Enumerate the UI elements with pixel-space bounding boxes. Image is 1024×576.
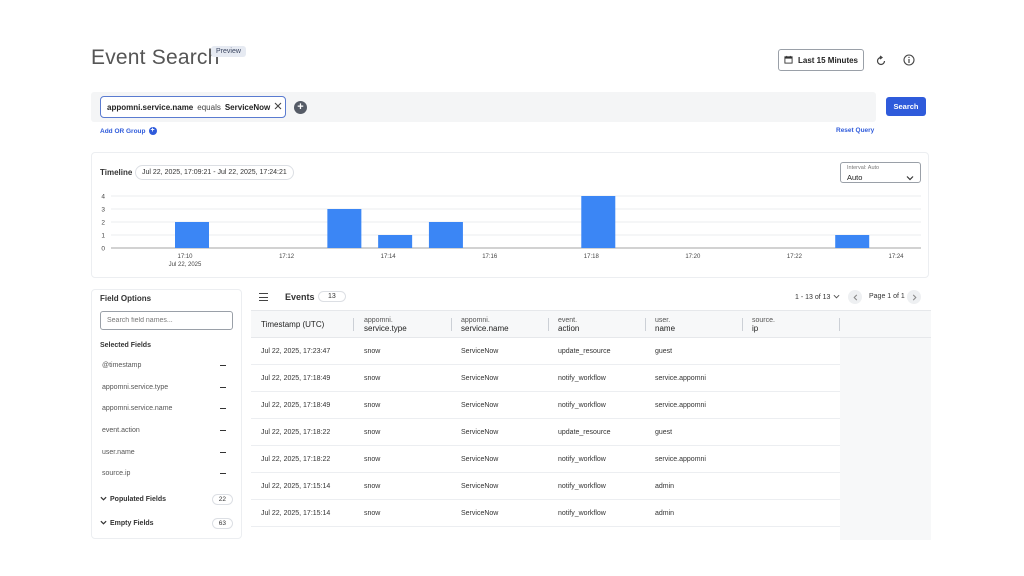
field-name: source.ip [102,470,131,477]
x-tick-label: 17:16 [482,254,498,260]
selected-field-row[interactable]: source.ip [102,470,226,477]
empty-fields-count: 63 [211,518,233,529]
timeline-bar [175,222,209,248]
y-tick-label: 4 [101,194,105,201]
y-tick-label: 3 [101,207,105,214]
table-row[interactable]: Jul 22, 2025, 17:18:22 snow ServiceNow upda… [251,419,840,446]
add-or-group-link[interactable]: Add OR Group + [100,127,157,135]
remove-field-icon[interactable] [220,387,226,388]
time-range-label: Last 15 Minutes [797,55,858,65]
column-header-timestamp[interactable]: Timestamp (UTC) [261,311,324,338]
timeline-bar [428,222,463,248]
column-header-event-action[interactable]: event. action [558,311,579,338]
remove-field-icon[interactable] [220,408,226,409]
chevron-down-icon [100,495,107,504]
remove-field-icon[interactable] [220,365,226,366]
field-name: @timestamp [102,362,142,369]
timeline-range: Jul 22, 2025, 17:09:21 - Jul 22, 2025, 1… [135,165,294,180]
y-tick-label: 1 [101,233,105,240]
chevron-left-icon[interactable] [848,290,862,304]
x-tick-label: 17:10 [177,254,193,260]
empty-fields-label: Empty Fields [110,520,154,527]
events-title: Events [285,292,315,302]
table-header: Timestamp (UTC) appomni. service.type app… [251,311,931,338]
clause-field: appomni.service.name [107,102,194,112]
query-clause-chip[interactable]: appomni.service.name equals ServiceNow [100,96,286,118]
field-name: appomni.service.type [102,384,169,391]
page-title: Event Search [91,46,220,69]
x-tick-label: 17:22 [787,254,803,260]
column-header-user-name[interactable]: user. name [655,311,675,338]
empty-fields-toggle[interactable]: Empty Fields 63 [100,518,233,529]
add-or-group-label: Add OR Group [100,127,146,135]
table-row[interactable]: Jul 22, 2025, 17:15:14 snow ServiceNow noti… [251,473,840,500]
interval-label: Interval: Auto [847,165,880,171]
chevron-right-icon[interactable] [907,290,921,304]
chevron-down-icon [833,293,840,302]
selected-fields-title: Selected Fields [100,342,151,349]
timeline-bar [378,235,413,248]
field-name: user.name [102,449,135,456]
x-tick-label: 17:14 [381,254,397,260]
events-table: Timestamp (UTC) appomni. service.type app… [251,310,931,540]
populated-fields-label: Populated Fields [110,496,167,503]
field-name: appomni.service.name [102,405,173,412]
pager-label: Page 1 of 1 [869,293,905,300]
clause-operator: equals [197,102,221,112]
x-tick-sublabel: Jul 22, 2025 [169,262,202,268]
chevron-down-icon [100,519,107,528]
interval-value: Auto [847,173,863,182]
time-range-button[interactable]: Last 15 Minutes [778,49,864,71]
y-tick-label: 2 [101,220,105,227]
clause-value: ServiceNow [224,102,271,112]
table-row[interactable]: Jul 22, 2025, 17:18:22 snow ServiceNow noti… [251,446,840,473]
refresh-icon[interactable] [873,53,889,69]
remove-field-icon[interactable] [220,430,226,431]
field-search-input[interactable] [100,311,233,330]
preview-badge: Preview [211,46,246,57]
selected-field-row[interactable]: appomni.service.type [102,384,226,391]
events-count-badge: 13 [318,291,346,302]
table-filler-column [840,338,931,540]
timeline-bar [835,235,870,248]
reset-query-link[interactable]: Reset Query [836,127,874,134]
pager-range-select[interactable]: 1 - 13 of 13 [795,293,840,302]
column-header-service-type[interactable]: appomni. service.type [364,311,407,338]
timeline-chart: 0 1 2 3 4 17:10 Jul 22, 2025 17:12 17:14 17:16 17:… [101,194,921,268]
y-tick-label: 0 [101,246,105,253]
interval-select[interactable]: Interval: Auto Auto [840,162,921,183]
populated-fields-count: 22 [211,494,233,505]
remove-field-icon[interactable] [220,452,226,453]
menu-icon[interactable] [259,293,268,301]
pager-range-label: 1 - 13 of 13 [795,294,831,301]
close-icon[interactable] [274,102,282,112]
x-tick-label: 17:20 [685,254,701,260]
info-icon[interactable] [901,52,917,68]
selected-field-row[interactable]: @timestamp [102,362,226,369]
remove-field-icon[interactable] [220,473,226,474]
add-clause-button[interactable]: + [294,101,307,114]
selected-field-row[interactable]: event.action [102,427,226,434]
column-header-source-ip[interactable]: source. ip [752,311,775,338]
calendar-icon [784,55,793,66]
search-button[interactable]: Search [886,97,926,116]
field-options-title: Field Options [100,294,152,303]
field-name: event.action [102,427,140,434]
selected-field-row[interactable]: user.name [102,449,226,456]
x-tick-label: 17:12 [279,254,295,260]
selected-field-row[interactable]: appomni.service.name [102,405,226,412]
plus-icon: + [148,127,157,135]
timeline-label: Timeline [100,168,133,177]
populated-fields-toggle[interactable]: Populated Fields 22 [100,494,233,505]
table-row[interactable]: Jul 22, 2025, 17:18:49 snow ServiceNow noti… [251,392,840,419]
x-tick-label: 17:24 [888,254,904,260]
timeline-bar [327,209,362,248]
table-row[interactable]: Jul 22, 2025, 17:23:47 snow ServiceNow upda… [251,338,840,365]
timeline-bar [581,196,616,248]
table-row[interactable]: Jul 22, 2025, 17:18:49 snow ServiceNow noti… [251,365,840,392]
column-header-service-name[interactable]: appomni. service.name [461,311,509,338]
table-row[interactable]: Jul 22, 2025, 17:15:14 snow ServiceNow noti… [251,500,840,527]
x-tick-label: 17:18 [584,254,600,260]
